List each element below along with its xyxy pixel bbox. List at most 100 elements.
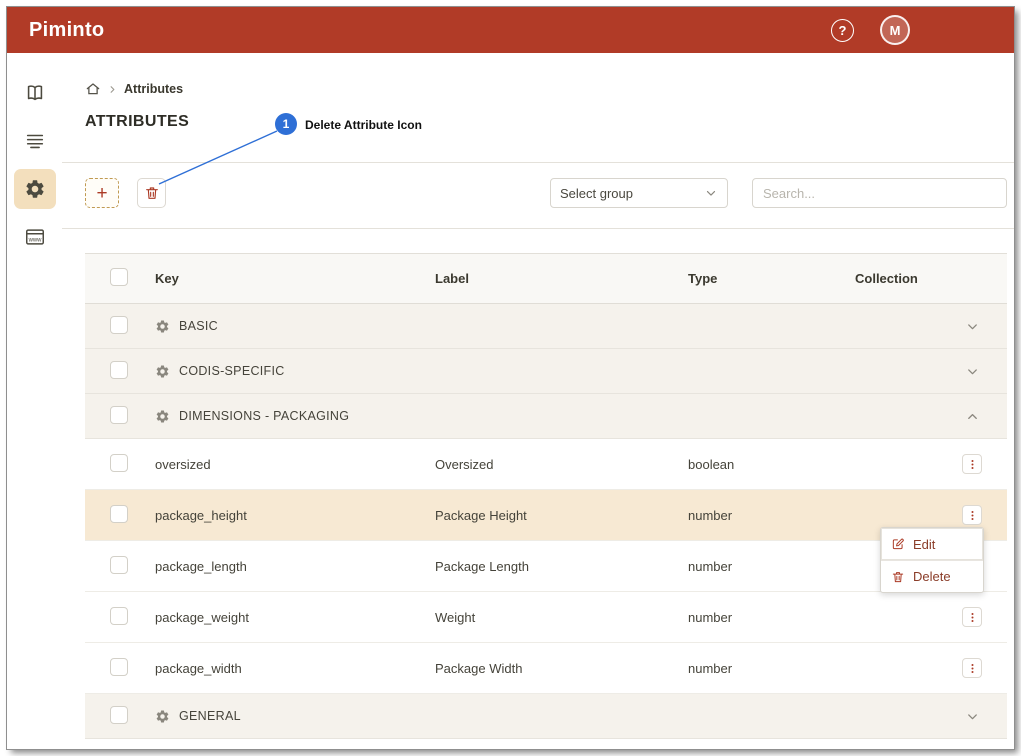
context-menu-edit[interactable]: Edit — [881, 528, 983, 560]
context-menu-delete[interactable]: Delete — [881, 560, 983, 592]
attribute-label: Package Height — [435, 508, 688, 523]
row-checkbox[interactable] — [110, 607, 128, 625]
row-actions-button[interactable] — [962, 658, 982, 678]
chevron-down-icon[interactable] — [965, 364, 980, 379]
gear-icon — [24, 178, 46, 200]
group-checkbox[interactable] — [110, 316, 128, 334]
group-label: GENERAL — [179, 709, 241, 723]
table-row-oversized[interactable]: oversized Oversized boolean — [85, 439, 1007, 490]
attribute-label: Oversized — [435, 457, 688, 472]
row-checkbox[interactable] — [110, 454, 128, 472]
attribute-key: package_height — [155, 508, 435, 523]
chevron-down-icon[interactable] — [965, 319, 980, 334]
column-header-collection: Collection — [855, 271, 937, 286]
attribute-key: oversized — [155, 457, 435, 472]
gear-icon — [155, 364, 170, 379]
group-checkbox[interactable] — [110, 706, 128, 724]
search-input[interactable] — [752, 178, 1007, 208]
sidebar-item-web[interactable] — [14, 217, 56, 257]
home-icon[interactable] — [85, 81, 101, 97]
select-all-checkbox[interactable] — [110, 268, 128, 286]
row-actions-button[interactable] — [962, 505, 982, 525]
book-icon — [24, 82, 46, 104]
row-actions-button[interactable] — [962, 607, 982, 627]
app-logo: Piminto — [29, 19, 104, 42]
kebab-menu-icon — [966, 509, 979, 522]
row-checkbox[interactable] — [110, 505, 128, 523]
group-label: DIMENSIONS - PACKAGING — [179, 409, 349, 423]
attribute-type: boolean — [688, 457, 855, 472]
attribute-type: number — [688, 661, 855, 676]
column-header-key: Key — [155, 271, 435, 286]
attribute-type: number — [688, 610, 855, 625]
group-row-basic[interactable]: BASIC — [85, 304, 1007, 349]
context-menu-edit-label: Edit — [913, 537, 935, 552]
context-menu-delete-label: Delete — [913, 569, 951, 584]
attribute-type: number — [688, 508, 855, 523]
sidebar-item-settings[interactable] — [14, 169, 56, 209]
column-header-label: Label — [435, 271, 688, 286]
gear-icon — [155, 709, 170, 724]
chevron-right-icon — [107, 84, 118, 95]
help-icon[interactable]: ? — [831, 19, 854, 42]
group-filter-select[interactable]: Select group — [550, 178, 728, 208]
row-checkbox[interactable] — [110, 556, 128, 574]
column-header-type: Type — [688, 271, 855, 286]
table-row-package-length[interactable]: package_length Package Length number — [85, 541, 1007, 592]
toolbar: + Select group — [62, 163, 1014, 228]
annotation-step-badge: 1 — [275, 113, 297, 135]
chevron-down-icon — [704, 186, 718, 200]
page-title: ATTRIBUTES — [85, 110, 1014, 134]
table-row-package-weight[interactable]: package_weight Weight number — [85, 592, 1007, 643]
sidebar-item-catalog[interactable] — [14, 73, 56, 113]
group-checkbox[interactable] — [110, 406, 128, 424]
delete-attribute-button[interactable] — [137, 178, 166, 208]
group-row-codis-specific[interactable]: CODIS-SPECIFIC — [85, 349, 1007, 394]
avatar[interactable]: M — [880, 15, 910, 45]
edit-icon — [891, 537, 905, 551]
browser-www-icon — [24, 226, 46, 248]
table-row-package-width[interactable]: package_width Package Width number — [85, 643, 1007, 694]
trash-icon — [891, 570, 905, 584]
gear-icon — [155, 409, 170, 424]
main-content: Attributes ATTRIBUTES + Select group — [62, 53, 1014, 750]
group-label: BASIC — [179, 319, 218, 333]
kebab-menu-icon — [966, 611, 979, 624]
row-checkbox[interactable] — [110, 658, 128, 676]
help-symbol: ? — [839, 23, 847, 38]
table-header-row: Key Label Type Collection — [85, 254, 1007, 304]
chevron-down-icon[interactable] — [965, 709, 980, 724]
attributes-table: Key Label Type Collection BASIC — [62, 229, 1014, 739]
sidebar — [7, 53, 62, 750]
group-filter-value: Select group — [560, 186, 633, 201]
attribute-key: package_width — [155, 661, 435, 676]
breadcrumb-current: Attributes — [124, 82, 183, 96]
group-checkbox[interactable] — [110, 361, 128, 379]
attribute-type: number — [688, 559, 855, 574]
annotation-label: Delete Attribute Icon — [305, 118, 422, 132]
row-context-menu: Edit Delete — [880, 527, 984, 593]
header-actions: ? M — [831, 15, 910, 45]
attribute-label: Package Length — [435, 559, 688, 574]
trash-icon — [144, 185, 160, 201]
attribute-key: package_length — [155, 559, 435, 574]
row-actions-button[interactable] — [962, 454, 982, 474]
gear-icon — [155, 319, 170, 334]
stack-icon — [24, 130, 46, 152]
avatar-initial: M — [890, 23, 901, 38]
app-header: Piminto ? M — [7, 7, 1014, 53]
group-row-dimensions-packaging[interactable]: DIMENSIONS - PACKAGING — [85, 394, 1007, 439]
group-label: CODIS-SPECIFIC — [179, 364, 285, 378]
group-row-general[interactable]: GENERAL — [85, 694, 1007, 739]
breadcrumb: Attributes — [85, 80, 1014, 98]
sidebar-item-publications[interactable] — [14, 121, 56, 161]
table-row-package-height[interactable]: package_height Package Height number — [85, 490, 1007, 541]
attribute-label: Weight — [435, 610, 688, 625]
app-window: Piminto ? M — [6, 6, 1015, 750]
add-attribute-button[interactable]: + — [85, 178, 119, 208]
chevron-up-icon[interactable] — [965, 409, 980, 424]
attribute-label: Package Width — [435, 661, 688, 676]
kebab-menu-icon — [966, 458, 979, 471]
attribute-key: package_weight — [155, 610, 435, 625]
kebab-menu-icon — [966, 662, 979, 675]
